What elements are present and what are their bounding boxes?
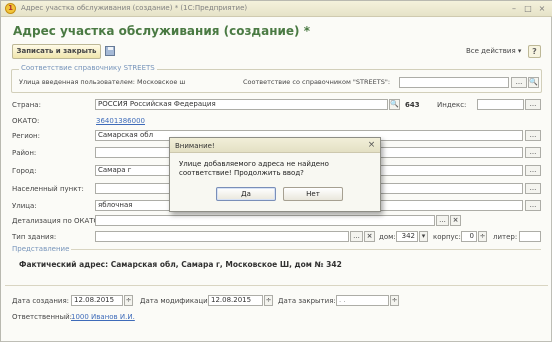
dialog-close-icon[interactable]: × xyxy=(366,140,377,151)
main-window: 1 Адрес участка обслуживания (создание) … xyxy=(0,0,552,342)
dialog-message: Улице добавляемого адреса не найдено соо… xyxy=(179,160,329,177)
window-title: Адрес участка обслуживания (создание) * … xyxy=(21,4,248,12)
dialog-title-bar: Внимание! × xyxy=(170,138,380,153)
minimize-icon[interactable]: – xyxy=(508,3,520,14)
title-bar: 1 Адрес участка обслуживания (создание) … xyxy=(1,1,552,17)
close-icon[interactable]: × xyxy=(536,3,548,14)
maximize-icon[interactable]: □ xyxy=(522,3,534,14)
dialog-title: Внимание! xyxy=(175,142,215,150)
1c-logo-icon: 1 xyxy=(5,3,16,14)
yes-button[interactable]: Да xyxy=(216,187,276,201)
no-button[interactable]: Нет xyxy=(283,187,343,201)
warning-dialog: Внимание! × Улице добавляемого адреса не… xyxy=(169,137,381,212)
